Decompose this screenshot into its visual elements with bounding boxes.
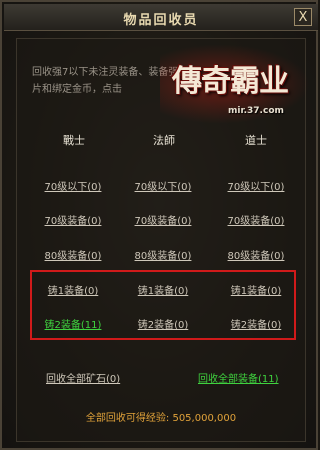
taoist-lv70-link[interactable]: 70级装备(0) [211,212,301,227]
taoist-lv80-link[interactable]: 80级装备(0) [211,247,301,262]
close-button[interactable]: X [294,8,312,26]
mage-below70-link[interactable]: 70级以下(0) [118,178,208,193]
warrior-below70-link[interactable]: 70级以下(0) [28,178,118,193]
logo-title: 傳奇霸业 [172,64,289,99]
warrior-cast1-link[interactable]: 铸1装备(0) [28,282,118,297]
mage-cast1-link[interactable]: 铸1装备(0) [118,282,208,297]
total-experience-text: 全部回收可得经验: 505,000,000 [85,413,237,424]
recycle-window: 物品回收员 X 回收强7以下未注灵装备、装备强化碎 片和绑定金币，点击 傳奇霸业… [0,0,318,450]
taoist-cast1-link[interactable]: 铸1装备(0) [211,282,301,297]
column-header-warrior: 戰士 [63,134,85,147]
recycle-ore-link[interactable]: 回收全部矿石(0) [46,370,120,385]
recycle-all-equipment-link[interactable]: 回收全部装备(11) [198,370,279,385]
title-bar[interactable]: 物品回收员 X [4,4,318,31]
mage-lv80-link[interactable]: 80级装备(0) [118,247,208,262]
column-header-taoist: 道士 [245,134,267,147]
mage-cast2-link[interactable]: 铸2装备(0) [118,316,208,331]
game-logo: 傳奇霸业 mir.37.com [160,44,310,128]
taoist-below70-link[interactable]: 70级以下(0) [211,178,301,193]
warrior-lv80-link[interactable]: 80级装备(0) [28,247,118,262]
logo-url: mir.37.com [228,106,284,116]
column-header-mage: 法師 [153,134,175,147]
warrior-lv70-link[interactable]: 70级装备(0) [28,212,118,227]
window-title: 物品回收员 [123,13,199,28]
taoist-cast2-link[interactable]: 铸2装备(0) [211,316,301,331]
warrior-cast2-link[interactable]: 铸2装备(11) [28,316,118,331]
mage-lv70-link[interactable]: 70级装备(0) [118,212,208,227]
